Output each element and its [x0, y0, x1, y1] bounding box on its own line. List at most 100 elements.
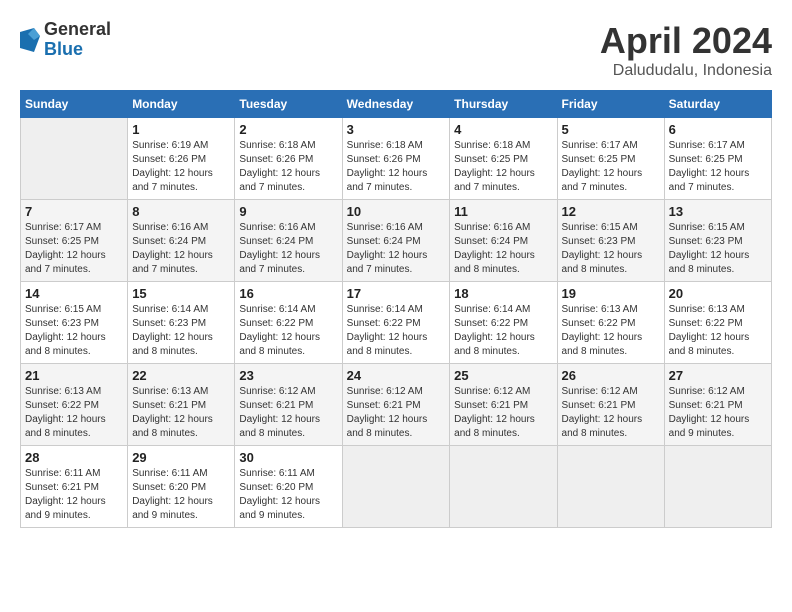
day-info: Sunrise: 6:11 AMSunset: 6:20 PMDaylight:…: [239, 467, 337, 523]
day-cell: 18Sunrise: 6:14 AMSunset: 6:22 PMDayligh…: [450, 282, 557, 364]
column-header-sunday: Sunday: [21, 91, 128, 118]
day-number: 28: [25, 450, 123, 465]
day-info: Sunrise: 6:14 AMSunset: 6:22 PMDaylight:…: [239, 303, 337, 359]
day-number: 14: [25, 286, 123, 301]
day-cell: 15 Sunrise: 6:14 AMSunset: 6:23 PMDayligh…: [128, 282, 235, 364]
day-cell: 11 Sunrise: 6:16 AMSunset: 6:24 PMDayligh…: [450, 200, 557, 282]
title-block: April 2024 Dalududalu, Indonesia: [600, 20, 772, 80]
day-cell: 9Sunrise: 6:16 AMSunset: 6:24 PMDaylight…: [235, 200, 342, 282]
calendar-body: 1 Sunrise: 6:19 AMSunset: 6:26 PMDaylight…: [21, 118, 772, 528]
day-info: Sunrise: 6:12 AMSunset: 6:21 PMDaylight:…: [454, 385, 552, 441]
day-number: 22: [132, 368, 230, 383]
week-row-1: 1 Sunrise: 6:19 AMSunset: 6:26 PMDaylight…: [21, 118, 772, 200]
day-number: 26: [562, 368, 660, 383]
day-info: Sunrise: 6:15 AMSunset: 6:23 PMDaylight:…: [669, 221, 767, 277]
day-number: 2: [239, 122, 337, 137]
day-cell: 29 Sunrise: 6:11 AMSunset: 6:20 PMDayligh…: [128, 446, 235, 528]
calendar-location: Dalududalu, Indonesia: [600, 62, 772, 80]
day-number: 30: [239, 450, 337, 465]
day-number: 19: [562, 286, 660, 301]
day-cell: 21Sunrise: 6:13 AMSunset: 6:22 PMDayligh…: [21, 364, 128, 446]
day-cell: 16Sunrise: 6:14 AMSunset: 6:22 PMDayligh…: [235, 282, 342, 364]
day-cell: 10Sunrise: 6:16 AMSunset: 6:24 PMDayligh…: [342, 200, 450, 282]
day-cell: 19 Sunrise: 6:13 AMSunset: 6:22 PMDayligh…: [557, 282, 664, 364]
day-info: Sunrise: 6:11 AMSunset: 6:20 PMDaylight:…: [132, 467, 230, 523]
day-cell: [21, 118, 128, 200]
week-row-5: 28 Sunrise: 6:11 AMSunset: 6:21 PMDayligh…: [21, 446, 772, 528]
day-info: Sunrise: 6:17 AMSunset: 6:25 PMDaylight:…: [25, 221, 123, 277]
day-cell: 23Sunrise: 6:12 AMSunset: 6:21 PMDayligh…: [235, 364, 342, 446]
day-number: 7: [25, 204, 123, 219]
day-number: 3: [347, 122, 446, 137]
day-info: Sunrise: 6:13 AMSunset: 6:22 PMDaylight:…: [669, 303, 767, 359]
day-number: 10: [347, 204, 446, 219]
day-number: 12: [562, 204, 660, 219]
day-info: Sunrise: 6:14 AMSunset: 6:22 PMDaylight:…: [347, 303, 446, 359]
day-cell: 25 Sunrise: 6:12 AMSunset: 6:21 PMDayligh…: [450, 364, 557, 446]
logo-text: General Blue: [44, 20, 111, 60]
day-info: Sunrise: 6:17 AMSunset: 6:25 PMDaylight:…: [669, 139, 767, 195]
week-row-2: 7 Sunrise: 6:17 AMSunset: 6:25 PMDaylight…: [21, 200, 772, 282]
day-cell: [664, 446, 771, 528]
day-info: Sunrise: 6:18 AMSunset: 6:26 PMDaylight:…: [347, 139, 446, 195]
day-cell: 12 Sunrise: 6:15 AMSunset: 6:23 PMDayligh…: [557, 200, 664, 282]
day-cell: 28 Sunrise: 6:11 AMSunset: 6:21 PMDayligh…: [21, 446, 128, 528]
day-cell: [450, 446, 557, 528]
column-header-wednesday: Wednesday: [342, 91, 450, 118]
day-info: Sunrise: 6:16 AMSunset: 6:24 PMDaylight:…: [454, 221, 552, 277]
day-cell: 17 Sunrise: 6:14 AMSunset: 6:22 PMDayligh…: [342, 282, 450, 364]
day-info: Sunrise: 6:18 AMSunset: 6:26 PMDaylight:…: [239, 139, 337, 195]
day-number: 1: [132, 122, 230, 137]
day-number: 20: [669, 286, 767, 301]
day-info: Sunrise: 6:19 AMSunset: 6:26 PMDaylight:…: [132, 139, 230, 195]
day-cell: 13Sunrise: 6:15 AMSunset: 6:23 PMDayligh…: [664, 200, 771, 282]
logo-general-text: General: [44, 20, 111, 40]
day-cell: 24 Sunrise: 6:12 AMSunset: 6:21 PMDayligh…: [342, 364, 450, 446]
day-info: Sunrise: 6:15 AMSunset: 6:23 PMDaylight:…: [25, 303, 123, 359]
column-header-saturday: Saturday: [664, 91, 771, 118]
logo: General Blue: [20, 20, 111, 60]
day-number: 23: [239, 368, 337, 383]
calendar-title: April 2024: [600, 20, 772, 62]
day-info: Sunrise: 6:12 AMSunset: 6:21 PMDaylight:…: [347, 385, 446, 441]
day-info: Sunrise: 6:12 AMSunset: 6:21 PMDaylight:…: [669, 385, 767, 441]
day-number: 11: [454, 204, 552, 219]
calendar-table: SundayMondayTuesdayWednesdayThursdayFrid…: [20, 90, 772, 528]
day-number: 6: [669, 122, 767, 137]
day-cell: [342, 446, 450, 528]
day-cell: 2 Sunrise: 6:18 AMSunset: 6:26 PMDaylight…: [235, 118, 342, 200]
day-cell: 3 Sunrise: 6:18 AMSunset: 6:26 PMDaylight…: [342, 118, 450, 200]
day-info: Sunrise: 6:15 AMSunset: 6:23 PMDaylight:…: [562, 221, 660, 277]
day-number: 25: [454, 368, 552, 383]
day-info: Sunrise: 6:14 AMSunset: 6:23 PMDaylight:…: [132, 303, 230, 359]
calendar-header: SundayMondayTuesdayWednesdayThursdayFrid…: [21, 91, 772, 118]
logo-blue-text: Blue: [44, 40, 111, 60]
day-number: 9: [239, 204, 337, 219]
day-cell: 4 Sunrise: 6:18 AMSunset: 6:25 PMDaylight…: [450, 118, 557, 200]
day-cell: 26Sunrise: 6:12 AMSunset: 6:21 PMDayligh…: [557, 364, 664, 446]
day-info: Sunrise: 6:17 AMSunset: 6:25 PMDaylight:…: [562, 139, 660, 195]
day-info: Sunrise: 6:18 AMSunset: 6:25 PMDaylight:…: [454, 139, 552, 195]
day-cell: 1 Sunrise: 6:19 AMSunset: 6:26 PMDaylight…: [128, 118, 235, 200]
column-header-thursday: Thursday: [450, 91, 557, 118]
column-header-tuesday: Tuesday: [235, 91, 342, 118]
day-info: Sunrise: 6:11 AMSunset: 6:21 PMDaylight:…: [25, 467, 123, 523]
day-number: 8: [132, 204, 230, 219]
day-cell: 5 Sunrise: 6:17 AMSunset: 6:25 PMDaylight…: [557, 118, 664, 200]
day-info: Sunrise: 6:13 AMSunset: 6:22 PMDaylight:…: [25, 385, 123, 441]
day-number: 17: [347, 286, 446, 301]
day-number: 29: [132, 450, 230, 465]
day-cell: 22 Sunrise: 6:13 AMSunset: 6:21 PMDayligh…: [128, 364, 235, 446]
day-number: 24: [347, 368, 446, 383]
day-number: 15: [132, 286, 230, 301]
day-number: 18: [454, 286, 552, 301]
day-cell: 27 Sunrise: 6:12 AMSunset: 6:21 PMDayligh…: [664, 364, 771, 446]
day-info: Sunrise: 6:13 AMSunset: 6:21 PMDaylight:…: [132, 385, 230, 441]
day-info: Sunrise: 6:13 AMSunset: 6:22 PMDaylight:…: [562, 303, 660, 359]
day-cell: 14 Sunrise: 6:15 AMSunset: 6:23 PMDayligh…: [21, 282, 128, 364]
week-row-3: 14 Sunrise: 6:15 AMSunset: 6:23 PMDayligh…: [21, 282, 772, 364]
column-header-friday: Friday: [557, 91, 664, 118]
day-number: 4: [454, 122, 552, 137]
day-number: 27: [669, 368, 767, 383]
day-number: 5: [562, 122, 660, 137]
